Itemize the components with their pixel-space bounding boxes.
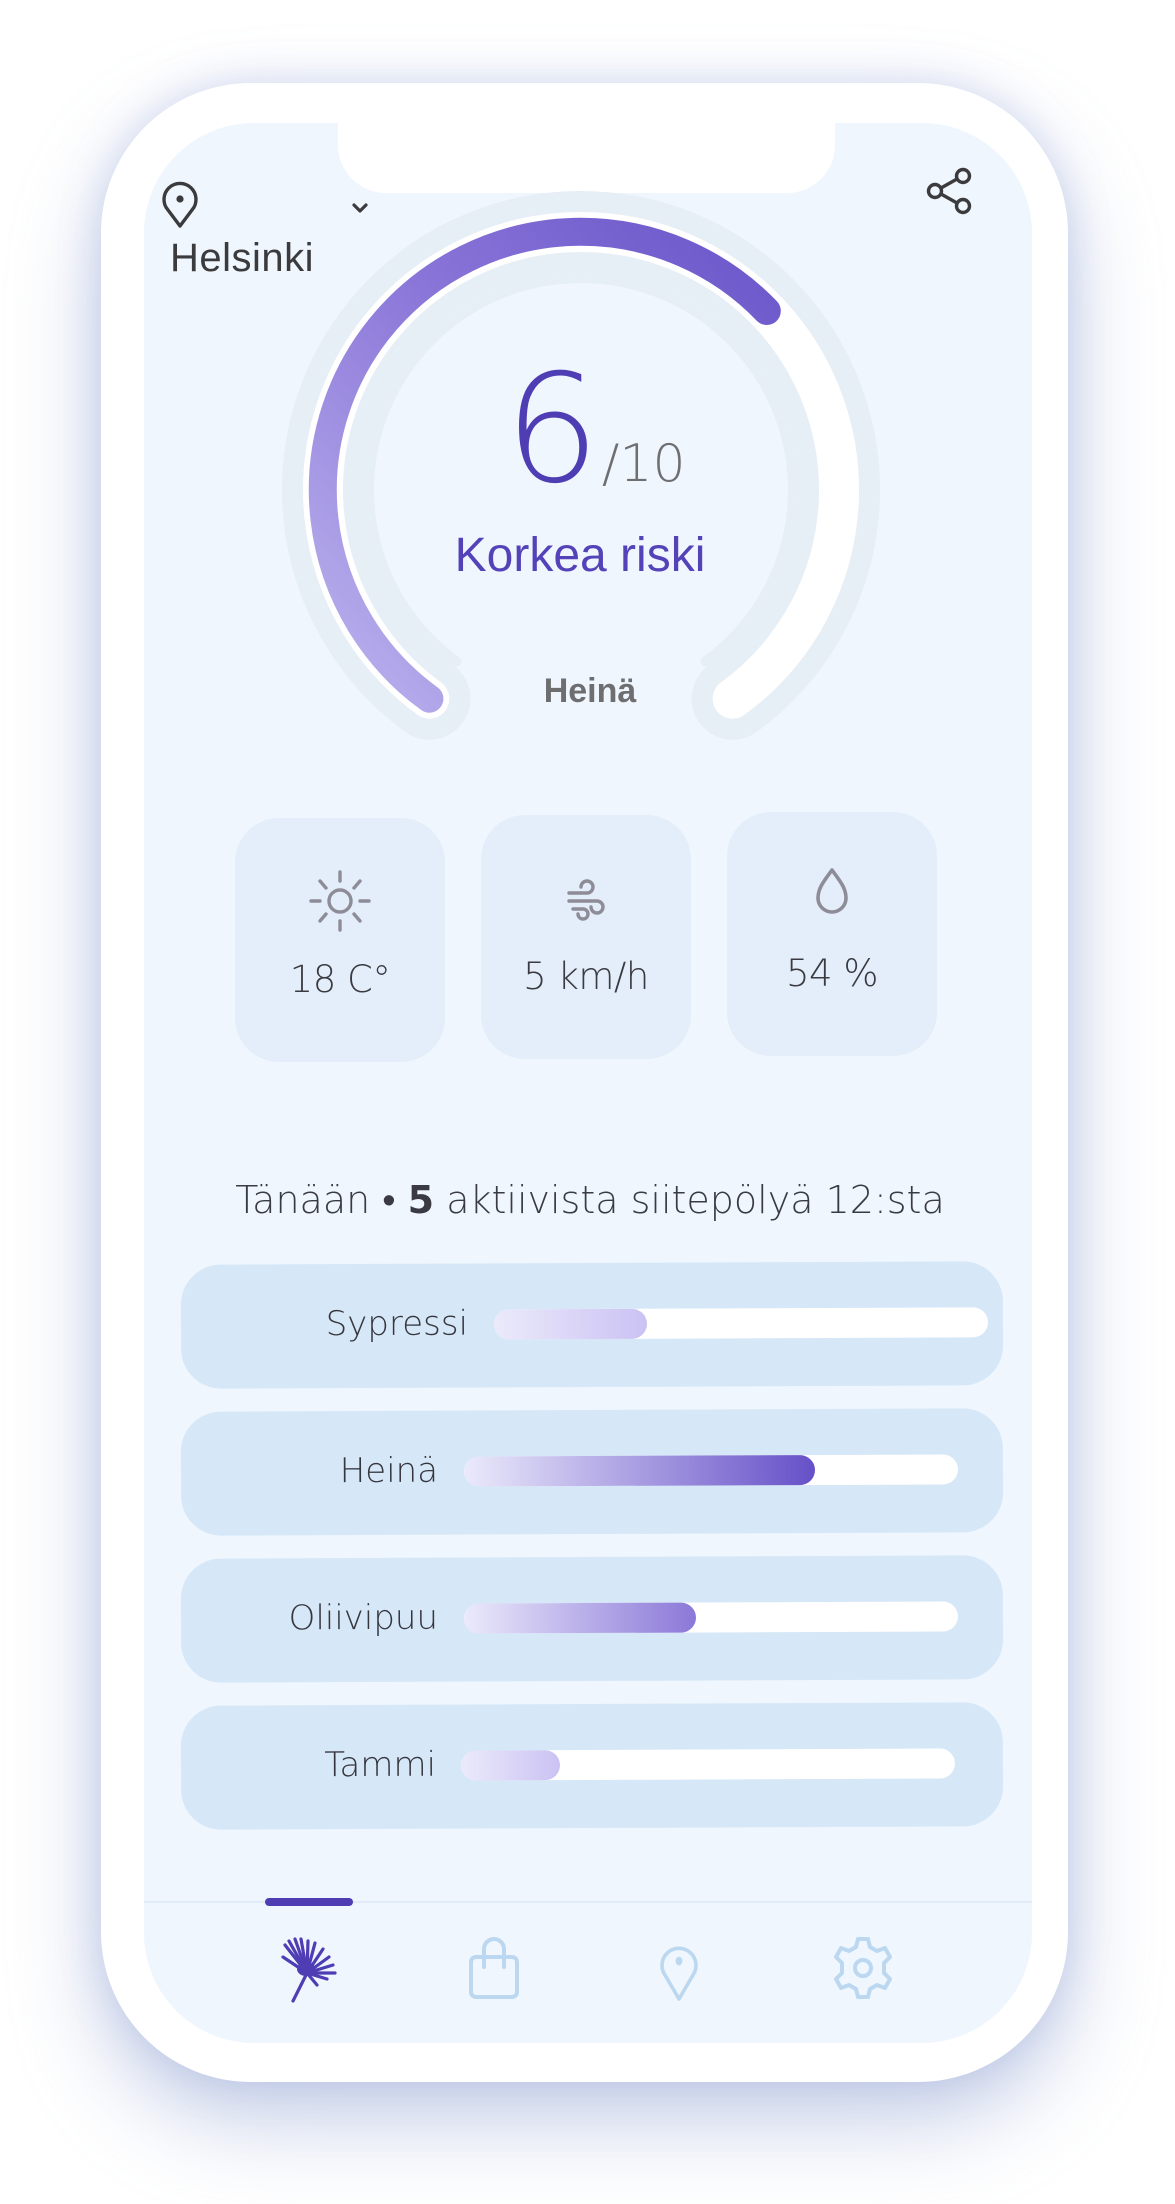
- droplet-icon: [797, 860, 867, 930]
- pollen-level-fill: [493, 1308, 648, 1340]
- pollen-name: Oliivipuu: [288, 1597, 439, 1639]
- tab-shop[interactable]: [454, 1930, 534, 2006]
- pollen-level-fill: [463, 1455, 815, 1487]
- share-icon[interactable]: [922, 164, 976, 218]
- pollen-level-track: [460, 1748, 956, 1781]
- pollen-row[interactable]: Oliivipuu: [180, 1555, 1004, 1683]
- pollen-name: Sypressi: [325, 1303, 469, 1345]
- tab-pollen[interactable]: [270, 1930, 350, 2006]
- map-pin-icon[interactable]: [160, 180, 200, 230]
- risk-score-max: /10: [601, 434, 686, 494]
- active-pollen-summary: Tänään • 5 aktiivista siitepölyä 12:sta: [160, 1178, 1020, 1223]
- pollen-level-track: [463, 1601, 959, 1634]
- dominant-allergen: Heinä: [543, 672, 637, 710]
- risk-score: 6/10: [470, 355, 720, 505]
- pollen-level-track: [493, 1307, 989, 1340]
- humidity-value: 54 %: [786, 952, 879, 995]
- pollen-level-fill: [460, 1750, 560, 1781]
- tab-map[interactable]: [639, 1930, 719, 2006]
- pollen-name: Heinä: [339, 1450, 439, 1492]
- temperature-value: 18 C°: [289, 958, 391, 1001]
- risk-score-value: 6: [504, 343, 600, 517]
- weather-card-humidity: 54 %: [727, 812, 937, 1056]
- pollen-row[interactable]: Sypressi: [180, 1261, 1004, 1389]
- gear-icon: [834, 1937, 892, 1999]
- active-tab-indicator: [265, 1898, 353, 1906]
- risk-level-label: Korkea riski: [454, 529, 706, 582]
- map-pin-icon: [660, 1946, 698, 2001]
- pollen-name: Tammi: [324, 1744, 437, 1786]
- summary-suffix: aktiivista siitepölyä 12:sta: [434, 1178, 945, 1222]
- sun-icon: [305, 866, 375, 936]
- shopping-bag-icon: [469, 1937, 519, 1999]
- wind-speed-value: 5 km/h: [523, 955, 649, 998]
- weather-card-temperature: 18 C°: [235, 818, 445, 1062]
- active-pollen-count: 5: [407, 1178, 435, 1222]
- pollen-level-track: [463, 1454, 959, 1487]
- wind-icon: [551, 863, 621, 933]
- dandelion-icon: [281, 1937, 337, 2003]
- summary-prefix: Tänään •: [235, 1178, 408, 1222]
- tab-settings[interactable]: [823, 1930, 903, 2006]
- pollen-level-fill: [463, 1602, 697, 1634]
- phone-notch: [338, 110, 835, 193]
- pollen-row[interactable]: Heinä: [180, 1408, 1004, 1536]
- weather-card-wind: 5 km/h: [481, 815, 691, 1059]
- pollen-row[interactable]: Tammi: [180, 1702, 1004, 1830]
